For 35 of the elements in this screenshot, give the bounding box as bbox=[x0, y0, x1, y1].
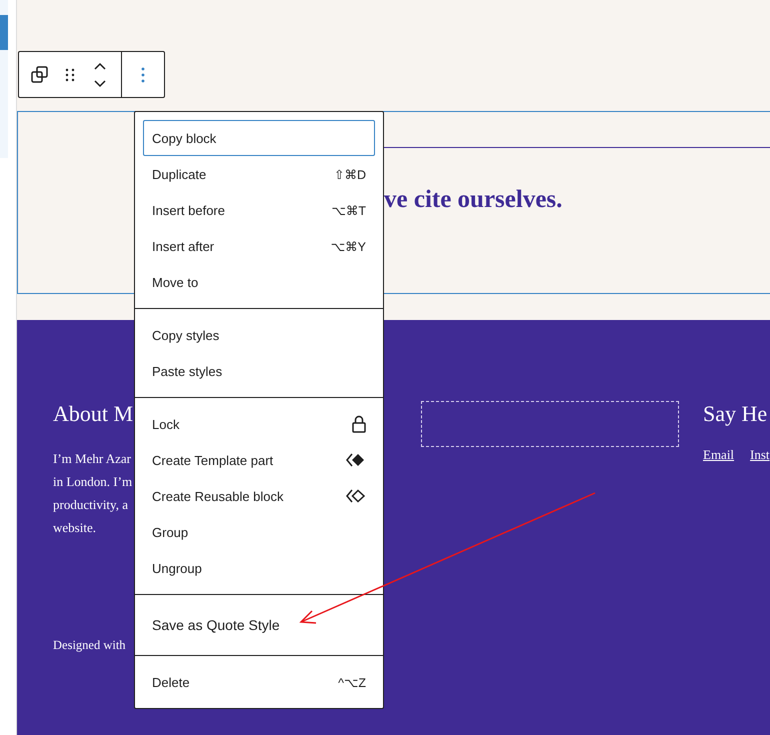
menu-item[interactable]: Save as Quote Style bbox=[143, 607, 375, 643]
menu-item[interactable]: Create Template part bbox=[143, 442, 375, 478]
footer-heading: About M bbox=[53, 401, 134, 427]
menu-item[interactable]: Copy styles bbox=[143, 317, 375, 353]
lock-icon bbox=[352, 415, 366, 433]
empty-block-placeholder[interactable] bbox=[421, 401, 679, 447]
diamond-icon bbox=[346, 453, 366, 467]
diamond-outline-icon bbox=[346, 489, 366, 503]
menu-item[interactable]: Ungroup bbox=[143, 550, 375, 586]
shortcut-text: ⌥⌘T bbox=[331, 202, 366, 218]
menu-item[interactable]: Insert before ⌥⌘T bbox=[143, 192, 375, 228]
drag-icon bbox=[65, 68, 75, 82]
shortcut-text: ⇧⌘D bbox=[334, 166, 366, 182]
menu-item[interactable]: Paste styles bbox=[143, 353, 375, 389]
menu-item[interactable]: Delete ^⌥Z bbox=[143, 664, 375, 700]
credit-text: Designed with bbox=[53, 638, 126, 653]
social-link[interactable]: Inst bbox=[750, 447, 770, 463]
footer-heading: Say He bbox=[703, 401, 768, 427]
shortcut-text: ⌥⌘Y bbox=[330, 238, 366, 254]
social-link[interactable]: Email bbox=[703, 447, 734, 463]
up-down-chevron-icon bbox=[93, 62, 107, 88]
menu-item[interactable]: Insert after ⌥⌘Y bbox=[143, 228, 375, 264]
menu-item[interactable]: Lock bbox=[143, 406, 375, 442]
bio-text-line: in London. I’m bbox=[53, 473, 132, 491]
bio-text-line: website. bbox=[53, 519, 96, 537]
menu-item[interactable]: Group bbox=[143, 514, 375, 550]
shortcut-text: ^⌥Z bbox=[338, 674, 366, 690]
menu-item[interactable]: Create Reusable block bbox=[143, 478, 375, 514]
more-vertical-icon bbox=[141, 66, 145, 82]
bio-text-line: I’m Mehr Azar bbox=[53, 450, 131, 468]
menu-item[interactable]: Copy block bbox=[143, 120, 375, 156]
bio-text-line: productivity, a bbox=[53, 496, 128, 514]
menu-item[interactable]: Duplicate ⇧⌘D bbox=[143, 156, 375, 192]
quote-text: ve cite ourselves. bbox=[384, 186, 564, 214]
copy-icon bbox=[31, 66, 49, 84]
